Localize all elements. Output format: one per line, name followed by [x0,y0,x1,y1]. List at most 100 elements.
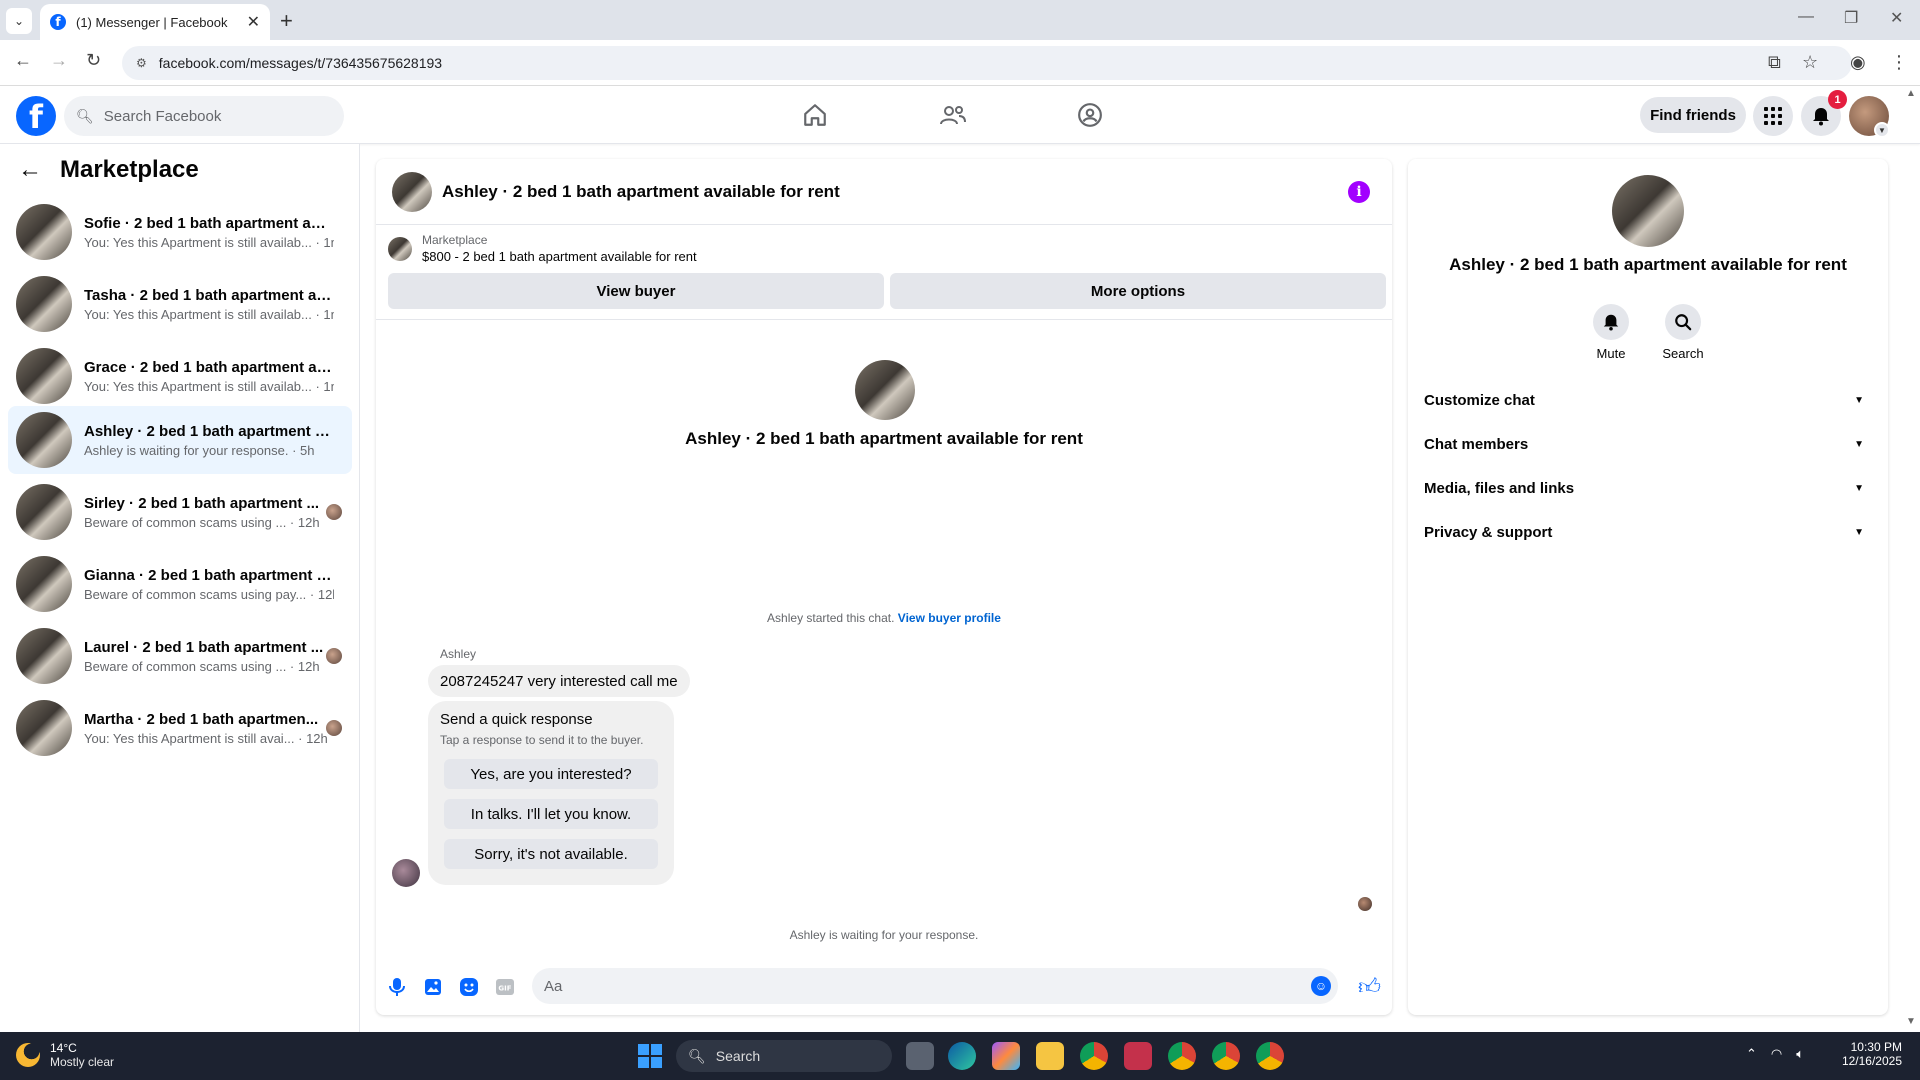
chevron-up-icon[interactable]: ⌃ [1746,1046,1757,1062]
gif-icon[interactable]: GIF [494,976,516,998]
chat-avatar[interactable] [392,171,432,212]
conversation-item[interactable]: Laurel · 2 bed 1 bath apartment ... Bewar… [8,622,352,690]
chat-title[interactable]: Ashley · 2 bed 1 bath apartment availabl… [442,182,840,202]
menu-grid-icon[interactable] [1753,96,1793,136]
privacy-support-section[interactable]: Privacy & support ▼ [1424,512,1872,552]
restore-icon[interactable]: ❐ [1844,8,1858,28]
weather-widget[interactable]: 14°C Mostly clear [16,1041,114,1069]
scrollbar-up-arrow[interactable]: ▲ [1906,88,1916,99]
conversation-snippet: You: Yes this Apartment is still availab… [84,378,334,394]
url-text: facebook.com/messages/t/736435675628193 [158,55,443,71]
chevron-down-icon: ▼ [1854,526,1864,538]
minimize-icon[interactable]: — [1798,8,1814,26]
chrome-profile-icon[interactable] [1168,1042,1196,1070]
sidebar-header: ← Marketplace [18,156,199,184]
chat-header: Ashley · 2 bed 1 bath apartment availabl… [376,159,1392,225]
install-app-icon[interactable]: ⧉ [1768,52,1781,73]
tab-search-dropdown[interactable]: ⌄ [6,8,32,34]
chrome-profile-icon[interactable] [1256,1042,1284,1070]
wifi-icon[interactable]: ◠ [1771,1046,1782,1062]
system-tray: ⌃ ◠ 🔈︎ [1746,1046,1804,1062]
site-info-icon[interactable]: ⚙ [136,56,147,70]
close-window-icon[interactable]: ✕ [1890,8,1903,28]
sender-name: Ashley [440,647,477,661]
seen-avatar [326,648,342,664]
chrome-icon[interactable] [1080,1042,1108,1070]
reload-icon[interactable]: ↻ [86,50,101,71]
groups-icon[interactable] [1075,100,1105,130]
section-label: Chat members [1424,435,1529,453]
media-files-links-section[interactable]: Media, files and links ▼ [1424,468,1872,508]
quick-response-option[interactable]: Yes, are you interested? [444,759,658,789]
chrome-profile-icon[interactable] [1212,1042,1240,1070]
chat-members-section[interactable]: Chat members ▼ [1424,424,1872,464]
emoji-icon[interactable]: ☺ [1311,976,1331,996]
bookmark-star-icon[interactable]: ☆ [1802,52,1818,73]
url-field[interactable]: ⚙ facebook.com/messages/t/73643567562819… [122,46,1852,80]
conversation-item[interactable]: Gianna · 2 bed 1 bath apartment a... Bewa… [8,550,352,618]
sidebar-title: Marketplace [60,156,199,183]
task-view-icon[interactable] [906,1042,934,1070]
facebook-search[interactable]: 🔍︎ Search Facebook [64,96,344,136]
message-bubble: 2087245247 very interested call me [428,665,690,697]
file-explorer-icon[interactable] [1036,1042,1064,1070]
view-buyer-profile-link[interactable]: View buyer profile [898,611,1001,625]
friends-icon[interactable] [938,100,968,130]
tab-messenger[interactable]: f (1) Messenger | Facebook ✕ [40,4,270,40]
find-friends-button[interactable]: Find friends [1640,97,1746,133]
section-label: Privacy & support [1424,523,1553,541]
notification-badge: 1 [1828,90,1847,109]
conversation-name: Grace · 2 bed 1 bath apartment av... [84,358,334,376]
quick-response-option[interactable]: In talks. I'll let you know. [444,799,658,829]
conversation-snippet: Beware of common scams using pay... · 12… [84,586,334,602]
conversation-name: Martha · 2 bed 1 bath apartmen... [84,710,319,728]
scrollbar-down-arrow[interactable]: ▼ [1906,1016,1916,1027]
photo-icon[interactable] [422,976,444,998]
svg-text:GIF: GIF [498,985,511,993]
quick-response-option[interactable]: Sorry, it's not available. [444,839,658,869]
forward-icon[interactable]: → [50,50,68,71]
conversation-item[interactable]: Grace · 2 bed 1 bath apartment av... You:… [8,342,352,410]
customize-chat-section[interactable]: Customize chat ▼ [1424,380,1872,420]
facebook-logo-icon[interactable]: f [16,96,56,136]
windows-start-icon[interactable] [638,1044,662,1068]
clock[interactable]: 10:30 PM 12/16/2025 [1836,1040,1902,1068]
quick-response-subtitle: Tap a response to send it to the buyer. [440,733,644,747]
profile-icon[interactable]: ◉ [1850,52,1866,73]
info-icon[interactable]: i [1348,181,1370,203]
new-tab-icon[interactable]: + [280,8,293,34]
volume-icon[interactable]: 🔈︎ [1796,1046,1804,1062]
windows-taskbar: 14°C Mostly clear 🔍︎ Search ⌃ ◠ 🔈︎ 10:30… [0,1032,1920,1080]
more-options-button[interactable]: More options [890,273,1386,309]
app-icon[interactable] [1124,1042,1152,1070]
message-composer: GIF ☺ 👍︎ [376,959,1392,1015]
sticker-icon[interactable] [458,976,480,998]
chat-started-notice: Ashley started this chat. View buyer pro… [376,611,1392,625]
clock-time: 10:30 PM [1850,1040,1902,1054]
home-icon[interactable] [800,100,830,130]
search-conversation-button[interactable]: Search [1648,304,1718,361]
back-arrow-icon[interactable]: ← [18,156,42,184]
view-buyer-button[interactable]: View buyer [388,273,884,309]
conversation-item[interactable]: Sofie · 2 bed 1 bath apartment ava... You… [8,198,352,266]
conversation-item[interactable]: Sirley · 2 bed 1 bath apartment ... Bewar… [8,478,352,546]
microphone-icon[interactable] [386,976,408,998]
taskbar-search[interactable]: 🔍︎ Search [676,1040,892,1072]
conversation-name: Sofie · 2 bed 1 bath apartment ava... [84,214,334,232]
copilot-icon[interactable] [992,1042,1020,1070]
back-icon[interactable]: ← [14,50,32,71]
conversation-name: Laurel · 2 bed 1 bath apartment ... [84,638,324,656]
tab-close-icon[interactable]: ✕ [247,12,260,32]
conversation-item[interactable]: Martha · 2 bed 1 bath apartmen... You: Ye… [8,694,352,762]
thumbs-up-icon[interactable]: 👍︎ [1358,973,1381,1000]
sender-avatar[interactable] [392,859,420,887]
conversation-item-active[interactable]: Ashley · 2 bed 1 bath apartment av... Ash… [8,406,352,474]
message-input[interactable] [532,968,1338,1004]
facebook-favicon-icon: f [50,14,66,30]
chevron-down-icon[interactable]: ▼ [1874,122,1890,138]
mute-button[interactable]: Mute [1576,304,1646,361]
browser-menu-icon[interactable]: ⋮ [1890,52,1908,73]
conversation-item[interactable]: Tasha · 2 bed 1 bath apartment ava... You… [8,270,352,338]
edge-icon[interactable] [948,1042,976,1070]
search-icon: 🔍︎ [76,107,94,124]
